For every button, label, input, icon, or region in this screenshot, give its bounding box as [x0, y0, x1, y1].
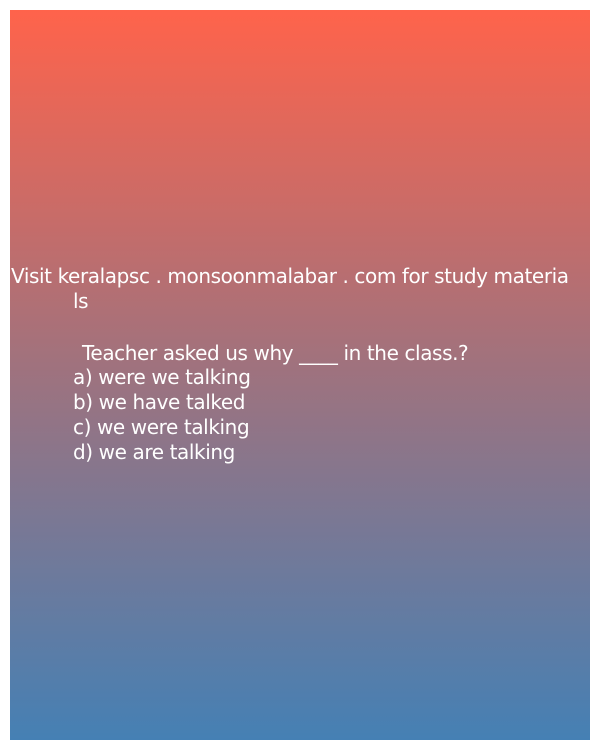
- option-c: c) we were talking: [73, 415, 250, 439]
- visit-website-text: Visit keralapsc . monsoonmalabar . com f…: [11, 264, 569, 288]
- option-b: b) we have talked: [73, 390, 246, 414]
- question-text: Teacher asked us why ____ in the class.?: [82, 341, 469, 365]
- visit-website-text-continued: ls: [73, 289, 89, 313]
- question-card: Visit keralapsc . monsoonmalabar . com f…: [10, 10, 590, 740]
- option-a: a) were we talking: [73, 365, 251, 389]
- option-d: d) we are talking: [73, 440, 235, 464]
